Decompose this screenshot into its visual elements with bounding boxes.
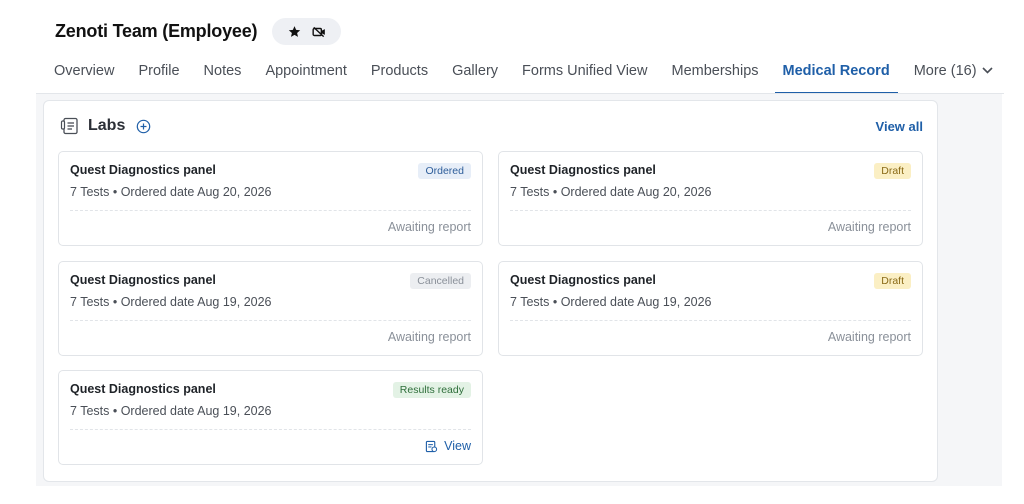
lab-card-title: Quest Diagnostics panel [510,273,656,287]
lab-card[interactable]: Quest Diagnostics panel Ordered 7 Tests … [58,151,483,246]
page-header: Zenoti Team (Employee) [55,18,342,45]
page-title: Zenoti Team (Employee) [55,21,258,41]
lab-card-status-text: Awaiting report [387,330,471,344]
tab-medical-record[interactable]: Medical Record [774,56,898,94]
report-icon [425,440,438,452]
tab-label: Medical Record [782,63,890,79]
labs-header: Labs [60,116,151,136]
card-divider [70,429,471,430]
tab-notes[interactable]: Notes [204,56,242,94]
record-tabs: Overview Profile Notes Appointment Produ… [54,56,1004,94]
card-divider [510,210,911,211]
card-divider [70,320,471,321]
tab-label: Overview [54,63,115,79]
lab-card-title: Quest Diagnostics panel [510,163,656,177]
tab-products[interactable]: Products [371,56,428,94]
view-results-label: View [444,439,471,453]
tab-forms-unified-view[interactable]: Forms Unified View [522,56,647,94]
star-icon[interactable] [288,25,302,39]
tab-label: Appointment [265,63,347,79]
tab-label: Gallery [452,63,499,79]
tab-appointment[interactable]: Appointment [265,56,346,94]
view-all-link[interactable]: View all [876,119,923,134]
labs-panel: Labs View all Quest Diagnostics panel Or… [43,100,938,482]
tab-label: Profile [138,63,180,79]
tab-label: Products [370,63,429,79]
lab-card[interactable]: Quest Diagnostics panel Cancelled 7 Test… [58,261,483,356]
title-actions [272,18,342,45]
tab-memberships[interactable]: Memberships [671,56,758,94]
status-badge: Draft [874,163,911,179]
status-badge: Cancelled [410,273,471,289]
lab-card-status-text: Awaiting report [827,330,911,344]
tab-gallery[interactable]: Gallery [452,56,498,94]
labs-title: Labs [88,117,126,134]
lab-card-subtitle: 7 Tests • Ordered date Aug 20, 2026 [510,185,712,199]
status-badge: Ordered [418,163,471,179]
lab-card[interactable]: Quest Diagnostics panel Results ready 7 … [58,370,483,465]
tab-label: Notes [203,63,242,79]
lab-card-status-text: Awaiting report [827,220,911,234]
add-lab-icon[interactable] [136,119,151,134]
tab-label: More (16) [913,63,977,79]
lab-card-subtitle: 7 Tests • Ordered date Aug 19, 2026 [70,404,272,418]
tab-profile[interactable]: Profile [138,56,179,94]
lab-card-subtitle: 7 Tests • Ordered date Aug 19, 2026 [70,295,272,309]
chevron-down-icon [981,67,993,74]
tab-label: Memberships [671,63,759,79]
status-badge: Draft [874,273,911,289]
video-off-icon[interactable] [312,25,326,39]
tab-overview[interactable]: Overview [54,56,114,94]
lab-card-subtitle: 7 Tests • Ordered date Aug 19, 2026 [510,295,712,309]
lab-card-title: Quest Diagnostics panel [70,273,216,287]
lab-card-status-text: Awaiting report [387,220,471,234]
lab-card-title: Quest Diagnostics panel [70,382,216,396]
view-results-link[interactable]: View [425,439,471,453]
lab-card-subtitle: 7 Tests • Ordered date Aug 20, 2026 [70,185,272,199]
lab-card-title: Quest Diagnostics panel [70,163,216,177]
lab-card[interactable]: Quest Diagnostics panel Draft 7 Tests • … [498,261,923,356]
status-badge: Results ready [392,382,471,398]
lab-card[interactable]: Quest Diagnostics panel Draft 7 Tests • … [498,151,923,246]
card-divider [70,210,471,211]
card-divider [510,320,911,321]
tab-more[interactable]: More (16) [914,56,993,94]
tab-label: Forms Unified View [522,63,648,79]
lab-report-icon [60,117,78,135]
